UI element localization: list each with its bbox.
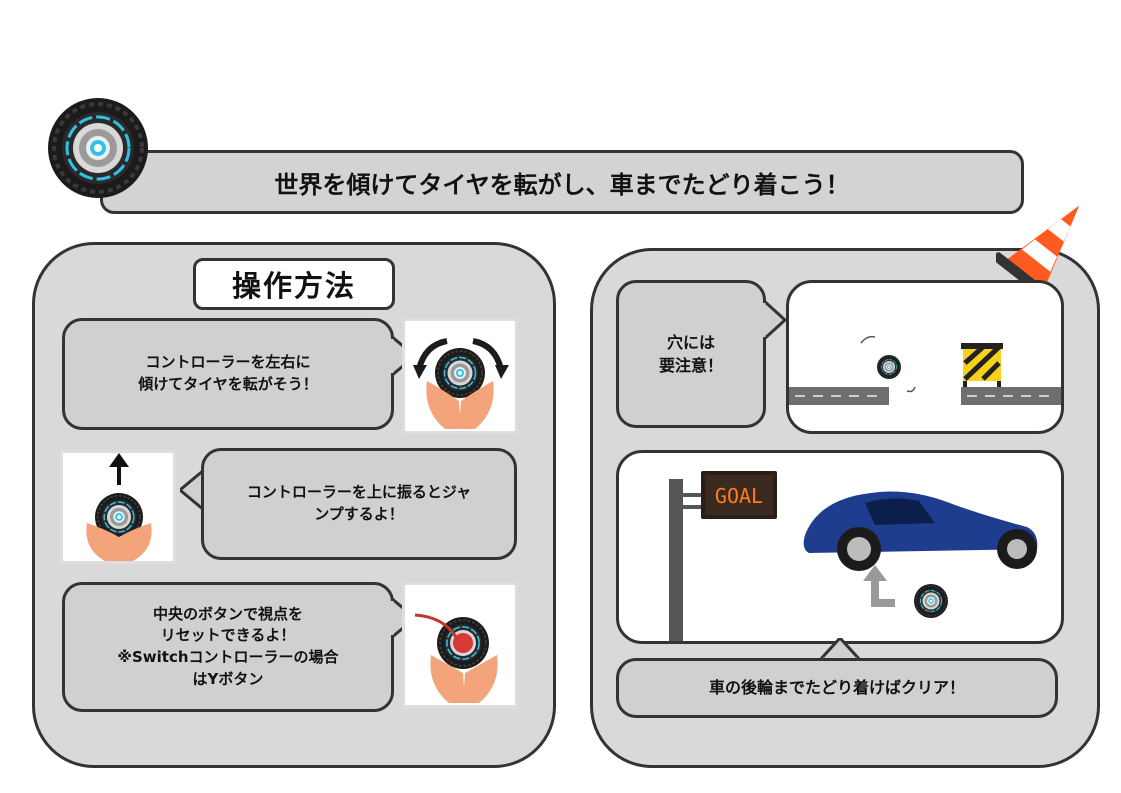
hole-warning-line-2: 要注意！: [658, 356, 723, 375]
tilt-instruction-line-1: コントローラーを左右に: [145, 353, 311, 372]
clear-condition-text: 車の後輪までたどり着けばクリア！: [708, 678, 965, 698]
hole-warning-bubble: 穴には 要注意！: [616, 280, 766, 428]
reset-illustration: [402, 582, 518, 708]
jump-illustration: [60, 450, 176, 564]
controls-heading-label: 操作方法: [231, 269, 356, 303]
reset-instruction-bubble: 中央のボタンで視点を リセットできるよ！ ※Switchコントローラーの場合 は…: [62, 582, 394, 712]
reset-instruction-line-3: ※Switchコントローラーの場合: [117, 648, 339, 666]
title-banner: 世界を傾けてタイヤを転がし、車までたどり着こう！: [100, 150, 1024, 214]
jump-instruction-line-2: ンプするよ！: [314, 505, 404, 523]
controls-heading: 操作方法: [193, 258, 395, 310]
hands-controller-icon: [413, 338, 509, 429]
hole-warning-line-1: 穴には: [666, 332, 715, 352]
tilt-illustration: [402, 318, 518, 434]
jump-instruction-line-1: コントローラーを上に振るとジャ: [246, 483, 472, 502]
tilt-instruction-line-2: 傾けてタイヤを転がそう！: [138, 375, 318, 393]
jump-instruction-bubble: コントローラーを上に振るとジャ ンプするよ！: [201, 448, 517, 560]
hands-controller-icon: [414, 613, 498, 703]
hands-controller-icon: [86, 453, 152, 561]
tire-logo-icon: [46, 96, 150, 200]
barrier-icon: [961, 343, 1003, 387]
reset-instruction-line-1: 中央のボタンで視点を: [152, 604, 303, 623]
hole-illustration: [786, 280, 1064, 434]
tilt-instruction-bubble: コントローラーを左右に 傾けてタイヤを転がそう！: [62, 318, 394, 430]
page-title: 世界を傾けてタイヤを転がし、車までたどり着こう！: [274, 170, 850, 199]
sports-car-icon: [803, 491, 1038, 571]
reset-instruction-line-4: はYボタン: [192, 669, 264, 688]
reset-instruction-line-2: リセットできるよ！: [160, 626, 296, 645]
bubble-tail: [763, 300, 787, 340]
clear-condition-bubble: 車の後輪までたどり着けばクリア！: [616, 658, 1058, 718]
goal-sign-text: GOAL: [715, 484, 763, 508]
goal-illustration: GOAL: [616, 450, 1064, 644]
